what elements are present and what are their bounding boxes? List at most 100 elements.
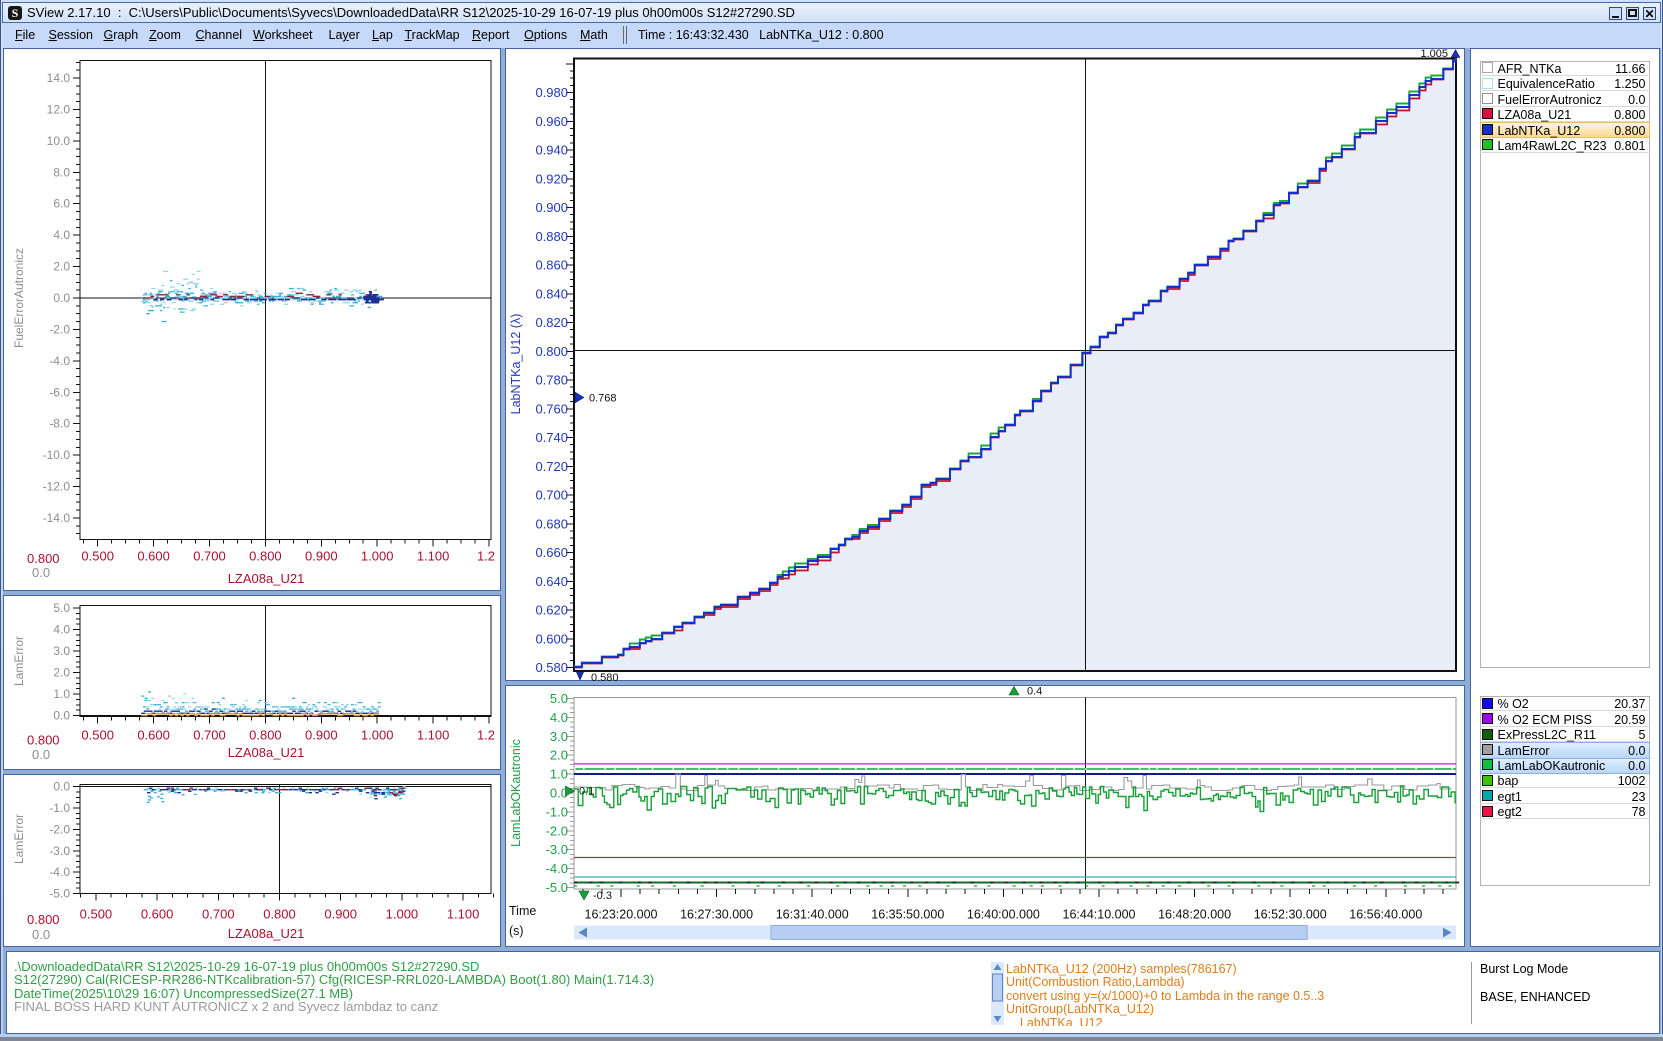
svg-text:4.0: 4.0 bbox=[550, 710, 568, 725]
svg-text:-2.0: -2.0 bbox=[49, 322, 70, 336]
svg-text:16:52:30.000: 16:52:30.000 bbox=[1254, 908, 1327, 922]
svg-text:4.0: 4.0 bbox=[53, 623, 70, 637]
svg-text:2.0: 2.0 bbox=[550, 748, 568, 763]
svg-text:-2.0: -2.0 bbox=[546, 823, 568, 838]
svg-text:3.0: 3.0 bbox=[550, 729, 568, 744]
svg-text:2.0: 2.0 bbox=[53, 260, 70, 274]
svg-text:5.0: 5.0 bbox=[53, 601, 70, 615]
svg-text:1.100: 1.100 bbox=[417, 728, 450, 743]
svg-text:0.800: 0.800 bbox=[249, 728, 282, 743]
svg-text:0.0: 0.0 bbox=[32, 565, 50, 580]
svg-text:16:31:40.000: 16:31:40.000 bbox=[776, 908, 849, 922]
svg-text:-14.0: -14.0 bbox=[43, 511, 71, 525]
svg-text:4.0: 4.0 bbox=[53, 228, 70, 242]
svg-text:0.600: 0.600 bbox=[137, 728, 170, 743]
svg-text:0.0: 0.0 bbox=[53, 709, 70, 723]
svg-text:0.580: 0.580 bbox=[535, 660, 568, 675]
svg-text:0.500: 0.500 bbox=[81, 728, 114, 743]
svg-text:0.900: 0.900 bbox=[324, 907, 357, 922]
svg-text:Time: Time bbox=[509, 904, 536, 918]
svg-text:0.640: 0.640 bbox=[535, 574, 568, 589]
svg-text:0.700: 0.700 bbox=[202, 907, 235, 922]
svg-text:LamError: LamError bbox=[12, 814, 26, 864]
svg-text:0.940: 0.940 bbox=[535, 143, 568, 158]
svg-text:0.800: 0.800 bbox=[27, 551, 60, 566]
svg-text:0.0: 0.0 bbox=[32, 927, 50, 942]
svg-text:1.2: 1.2 bbox=[477, 548, 495, 563]
svg-text:0.768: 0.768 bbox=[589, 393, 617, 405]
svg-text:LZA08a_U21: LZA08a_U21 bbox=[228, 745, 305, 760]
svg-text:0.4: 0.4 bbox=[1027, 686, 1042, 698]
svg-text:0.780: 0.780 bbox=[535, 373, 568, 388]
svg-text:-4.0: -4.0 bbox=[49, 865, 70, 879]
svg-text:0.800: 0.800 bbox=[263, 907, 296, 922]
svg-text:16:56:40.000: 16:56:40.000 bbox=[1349, 908, 1422, 922]
svg-text:0.860: 0.860 bbox=[535, 258, 568, 273]
svg-text:0.800: 0.800 bbox=[535, 344, 568, 359]
svg-text:0.700: 0.700 bbox=[193, 728, 226, 743]
svg-text:0.800: 0.800 bbox=[27, 733, 60, 748]
svg-text:-10.0: -10.0 bbox=[43, 448, 71, 462]
svg-text:3.0: 3.0 bbox=[53, 644, 70, 658]
svg-text:0.600: 0.600 bbox=[137, 548, 170, 563]
svg-text:-3.0: -3.0 bbox=[546, 842, 568, 857]
svg-text:0.580: 0.580 bbox=[591, 672, 619, 682]
svg-text:-5.0: -5.0 bbox=[546, 880, 568, 895]
svg-text:-3.0: -3.0 bbox=[49, 844, 70, 858]
svg-text:0.820: 0.820 bbox=[535, 315, 568, 330]
svg-text:0.1: 0.1 bbox=[579, 786, 594, 798]
svg-text:0.840: 0.840 bbox=[535, 286, 568, 301]
svg-text:FuelErrorAutronicz: FuelErrorAutronicz bbox=[12, 248, 26, 348]
svg-text:LamLabOKautronic: LamLabOKautronic bbox=[509, 739, 523, 847]
svg-text:14.0: 14.0 bbox=[47, 71, 71, 85]
svg-text:0.900: 0.900 bbox=[305, 728, 338, 743]
svg-text:-8.0: -8.0 bbox=[49, 417, 70, 431]
svg-text:-4.0: -4.0 bbox=[49, 354, 70, 368]
svg-text:-0.3: -0.3 bbox=[593, 890, 612, 902]
svg-text:0.600: 0.600 bbox=[535, 631, 568, 646]
svg-text:16:23:20.000: 16:23:20.000 bbox=[585, 908, 658, 922]
svg-text:-12.0: -12.0 bbox=[43, 480, 71, 494]
svg-text:1.000: 1.000 bbox=[386, 907, 419, 922]
svg-text:-5.0: -5.0 bbox=[49, 887, 70, 901]
svg-text:-1.0: -1.0 bbox=[546, 804, 568, 819]
svg-text:2.0: 2.0 bbox=[53, 666, 70, 680]
svg-text:0.980: 0.980 bbox=[535, 85, 568, 100]
svg-text:0.680: 0.680 bbox=[535, 516, 568, 531]
svg-text:6.0: 6.0 bbox=[53, 197, 70, 211]
svg-text:1.0: 1.0 bbox=[53, 687, 70, 701]
svg-text:1.0: 1.0 bbox=[550, 767, 568, 782]
svg-text:0.0: 0.0 bbox=[53, 291, 70, 305]
svg-text:1.100: 1.100 bbox=[447, 907, 480, 922]
svg-text:0.900: 0.900 bbox=[305, 548, 338, 563]
svg-text:0.700: 0.700 bbox=[535, 488, 568, 503]
svg-text:16:48:20.000: 16:48:20.000 bbox=[1158, 908, 1231, 922]
svg-text:16:44:10.000: 16:44:10.000 bbox=[1063, 908, 1136, 922]
svg-text:0.0: 0.0 bbox=[32, 747, 50, 762]
svg-text:0.720: 0.720 bbox=[535, 459, 568, 474]
svg-text:0.800: 0.800 bbox=[249, 548, 282, 563]
svg-text:5.0: 5.0 bbox=[550, 691, 568, 706]
svg-text:LamError: LamError bbox=[12, 636, 26, 686]
svg-text:0.900: 0.900 bbox=[535, 200, 568, 215]
svg-text:-1.0: -1.0 bbox=[49, 801, 70, 815]
svg-text:LZA08a_U21: LZA08a_U21 bbox=[228, 571, 305, 586]
svg-text:0.500: 0.500 bbox=[80, 907, 113, 922]
svg-text:1.100: 1.100 bbox=[417, 548, 450, 563]
svg-text:0.620: 0.620 bbox=[535, 603, 568, 618]
svg-text:0.880: 0.880 bbox=[535, 229, 568, 244]
svg-text:12.0: 12.0 bbox=[47, 102, 71, 116]
svg-text:LZA08a_U21: LZA08a_U21 bbox=[228, 926, 305, 941]
svg-text:8.0: 8.0 bbox=[53, 165, 70, 179]
svg-text:0.740: 0.740 bbox=[535, 430, 568, 445]
svg-text:0.960: 0.960 bbox=[535, 114, 568, 129]
svg-text:0.760: 0.760 bbox=[535, 401, 568, 416]
svg-text:10.0: 10.0 bbox=[47, 134, 71, 148]
svg-text:-4.0: -4.0 bbox=[546, 861, 568, 876]
svg-text:0.500: 0.500 bbox=[81, 548, 114, 563]
svg-text:1.000: 1.000 bbox=[361, 548, 394, 563]
svg-text:0.920: 0.920 bbox=[535, 171, 568, 186]
svg-text:0.600: 0.600 bbox=[141, 907, 174, 922]
svg-text:(s): (s) bbox=[509, 924, 524, 938]
svg-text:0.700: 0.700 bbox=[193, 548, 226, 563]
